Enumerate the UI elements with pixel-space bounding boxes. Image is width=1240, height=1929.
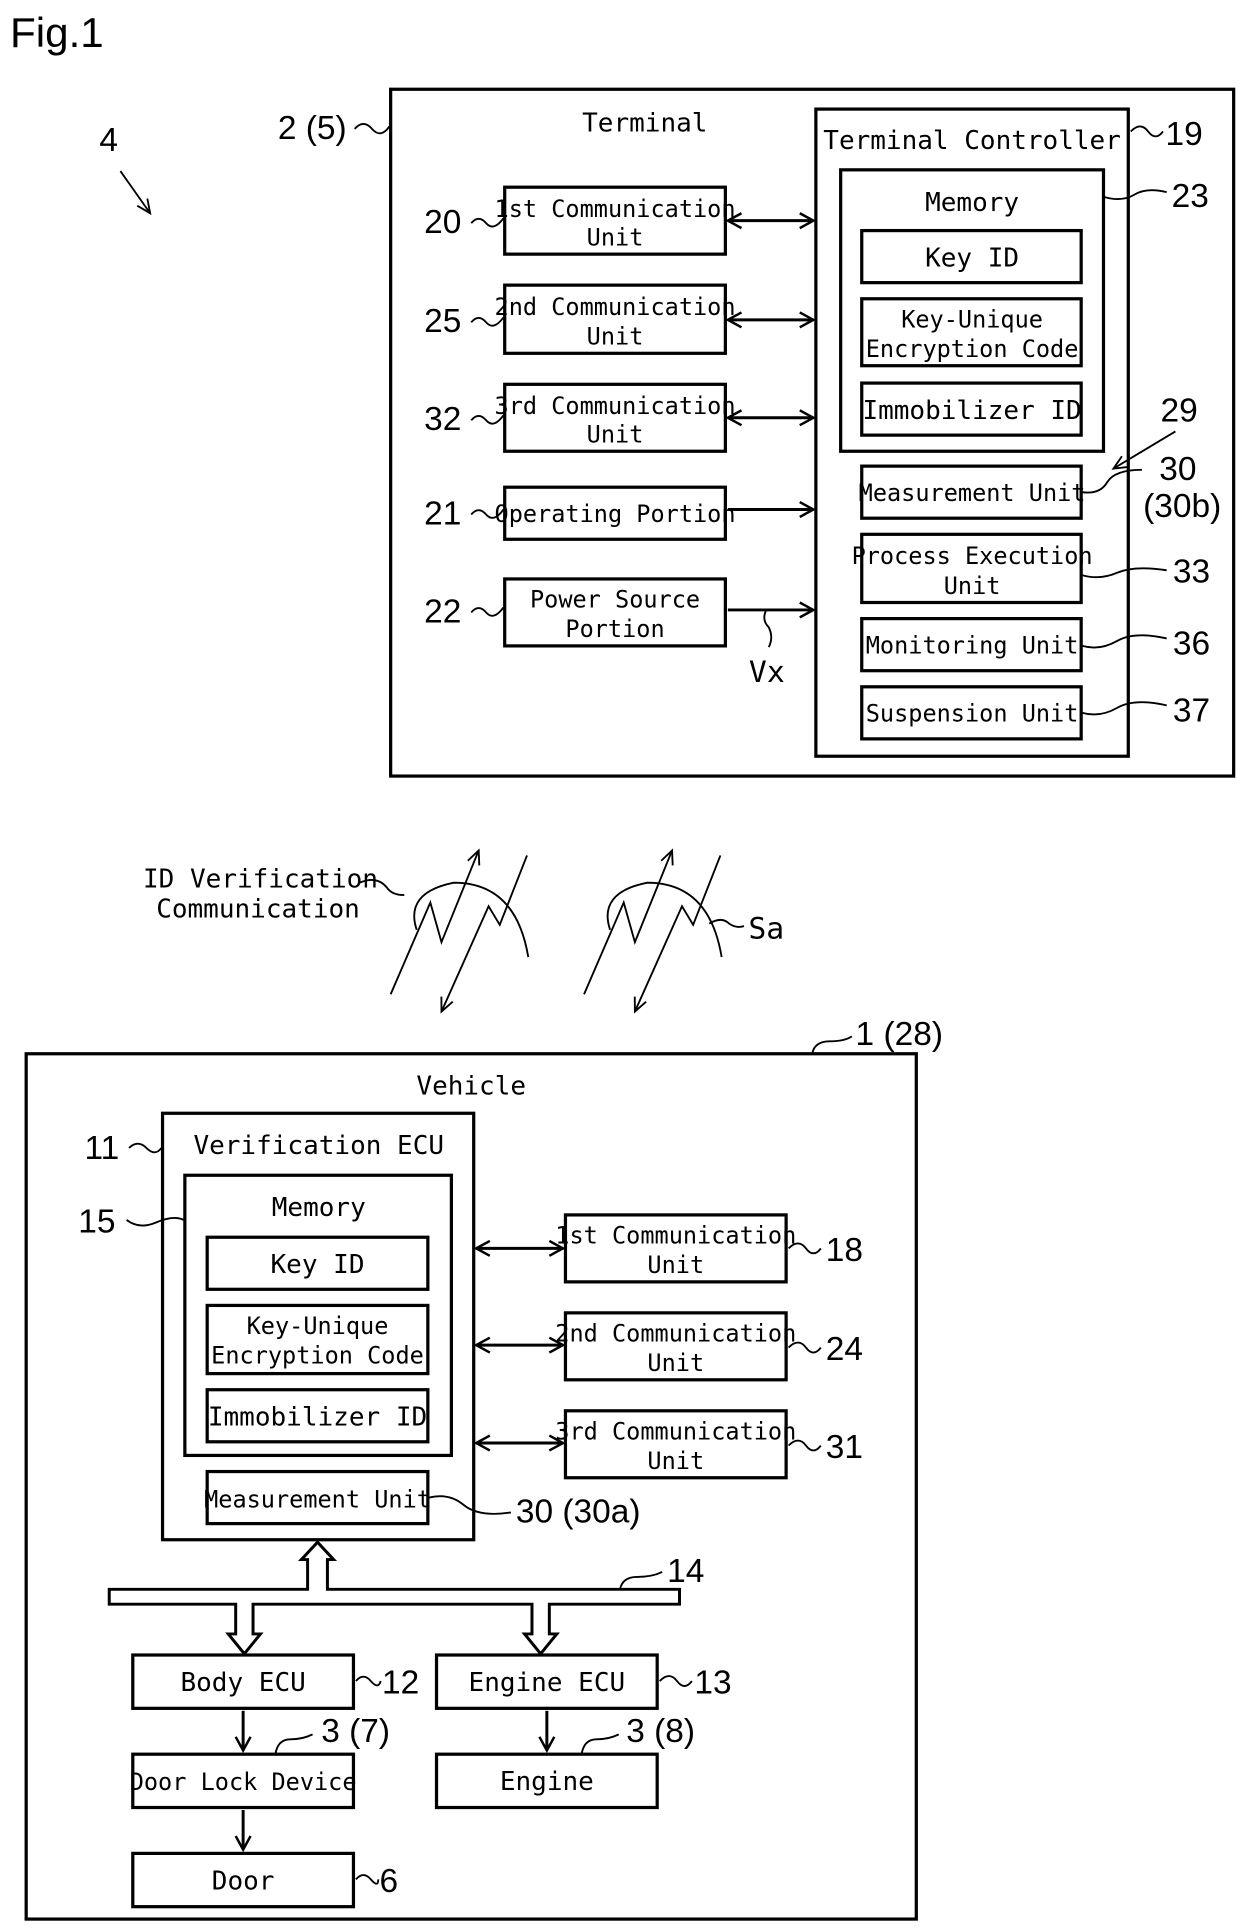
svg-text:Power Source: Power Source bbox=[530, 585, 700, 613]
svg-text:Monitoring Unit: Monitoring Unit bbox=[866, 631, 1079, 659]
group-ref: 29 bbox=[1161, 393, 1198, 430]
ref-label: 11 bbox=[84, 1130, 119, 1167]
ref-label: 32 bbox=[424, 401, 461, 438]
wireless-label-line2: Communication bbox=[156, 894, 360, 924]
svg-text:Unit: Unit bbox=[647, 1447, 704, 1475]
ref-label: 21 bbox=[424, 495, 461, 532]
ref-label: 33 bbox=[1173, 554, 1210, 591]
svg-text:Encryption Code: Encryption Code bbox=[211, 1342, 424, 1370]
svg-text:Engine: Engine bbox=[500, 1767, 594, 1797]
ref-label: 22 bbox=[424, 593, 461, 630]
terminal-title: Terminal bbox=[582, 108, 707, 138]
figure-title: Fig.1 bbox=[10, 9, 104, 56]
svg-text:Door Lock Device: Door Lock Device bbox=[130, 1768, 357, 1796]
ref-label: 36 bbox=[1173, 626, 1210, 663]
voltage-label: Vx bbox=[749, 655, 785, 690]
svg-text:1st Communication: 1st Communication bbox=[495, 195, 736, 223]
svg-text:Portion: Portion bbox=[565, 615, 664, 643]
ref-label: 3 (8) bbox=[626, 1713, 695, 1750]
uplink-signal-icon bbox=[389, 848, 481, 995]
vehicle-block: Vehicle 1 (28) Verification ECU 11 Memor… bbox=[24, 1016, 943, 1921]
ref-label: 31 bbox=[826, 1429, 863, 1466]
svg-text:Suspension Unit: Suspension Unit bbox=[866, 700, 1079, 728]
svg-text:Immobilizer ID: Immobilizer ID bbox=[208, 1403, 427, 1433]
ref-label: 20 bbox=[424, 204, 461, 241]
ref-label: 19 bbox=[1165, 116, 1202, 153]
svg-text:Verification ECU: Verification ECU bbox=[193, 1131, 444, 1161]
svg-text:Key-Unique: Key-Unique bbox=[247, 1312, 389, 1340]
signal-ref: Sa bbox=[748, 911, 784, 946]
svg-text:Memory: Memory bbox=[272, 1193, 366, 1223]
svg-text:Unit: Unit bbox=[944, 572, 1001, 600]
ref-label: 25 bbox=[424, 303, 461, 340]
ref-label: 12 bbox=[382, 1664, 419, 1701]
svg-text:2nd Communication: 2nd Communication bbox=[495, 293, 736, 321]
downlink-signal-icon bbox=[440, 855, 528, 1014]
svg-text:Unit: Unit bbox=[587, 323, 644, 351]
svg-text:Key ID: Key ID bbox=[925, 244, 1019, 274]
vehicle-title: Vehicle bbox=[416, 1072, 526, 1102]
ref-label: 15 bbox=[78, 1203, 115, 1240]
ref-label: 23 bbox=[1172, 178, 1209, 215]
block-diagram: Fig.1 4 Terminal 2 (5) 1st Communication… bbox=[10, 9, 1236, 1921]
terminal-block: Terminal 2 (5) 1st Communication Unit 20… bbox=[278, 87, 1236, 778]
leader bbox=[354, 123, 391, 135]
svg-text:Key ID: Key ID bbox=[271, 1250, 365, 1280]
wireless-label-line1: ID Verification bbox=[143, 865, 378, 895]
svg-text:3rd Communication: 3rd Communication bbox=[495, 392, 736, 420]
ref-label: 37 bbox=[1173, 693, 1210, 730]
svg-text:Process Execution: Process Execution bbox=[852, 542, 1093, 570]
ref-label: 14 bbox=[667, 1553, 704, 1590]
ref-label: 3 (7) bbox=[321, 1713, 390, 1750]
svg-text:Encryption Code: Encryption Code bbox=[866, 335, 1079, 363]
vehicle-ref: 1 (28) bbox=[856, 1016, 943, 1053]
ref-label: 30 bbox=[1159, 451, 1196, 488]
uplink-signal-icon bbox=[583, 848, 674, 995]
ref-label: 18 bbox=[826, 1232, 863, 1269]
ref-label-sub: (30b) bbox=[1143, 488, 1221, 525]
wireless-communication: ID Verification Communication Sa bbox=[143, 848, 784, 1014]
svg-text:3rd Communication: 3rd Communication bbox=[555, 1417, 796, 1445]
svg-text:Measurement Unit: Measurement Unit bbox=[859, 479, 1086, 507]
controller-title: Terminal Controller bbox=[823, 126, 1121, 156]
svg-text:Key-Unique: Key-Unique bbox=[901, 305, 1043, 333]
system-ref: 4 bbox=[99, 122, 118, 159]
svg-text:1st Communication: 1st Communication bbox=[555, 1221, 796, 1249]
svg-text:Unit: Unit bbox=[647, 1349, 704, 1377]
svg-text:Unit: Unit bbox=[587, 421, 644, 449]
svg-text:Measurement Unit: Measurement Unit bbox=[204, 1485, 431, 1513]
svg-text:Body ECU: Body ECU bbox=[180, 1668, 305, 1698]
svg-text:Door: Door bbox=[212, 1866, 275, 1896]
system-arrow bbox=[119, 170, 152, 216]
svg-text:Unit: Unit bbox=[647, 1251, 704, 1279]
ref-label: 30 (30a) bbox=[516, 1493, 641, 1530]
ref-label: 6 bbox=[379, 1863, 398, 1900]
svg-text:Engine ECU: Engine ECU bbox=[469, 1668, 626, 1698]
terminal-ref: 2 (5) bbox=[278, 110, 347, 147]
svg-text:Immobilizer ID: Immobilizer ID bbox=[862, 396, 1081, 426]
svg-text:2nd Communication: 2nd Communication bbox=[555, 1319, 796, 1347]
ref-label: 13 bbox=[694, 1664, 731, 1701]
downlink-signal-icon bbox=[633, 855, 722, 1014]
svg-text:Operating Portion: Operating Portion bbox=[495, 500, 736, 528]
svg-text:Memory: Memory bbox=[925, 188, 1019, 218]
svg-text:Unit: Unit bbox=[587, 223, 644, 251]
ref-label: 24 bbox=[826, 1331, 863, 1368]
